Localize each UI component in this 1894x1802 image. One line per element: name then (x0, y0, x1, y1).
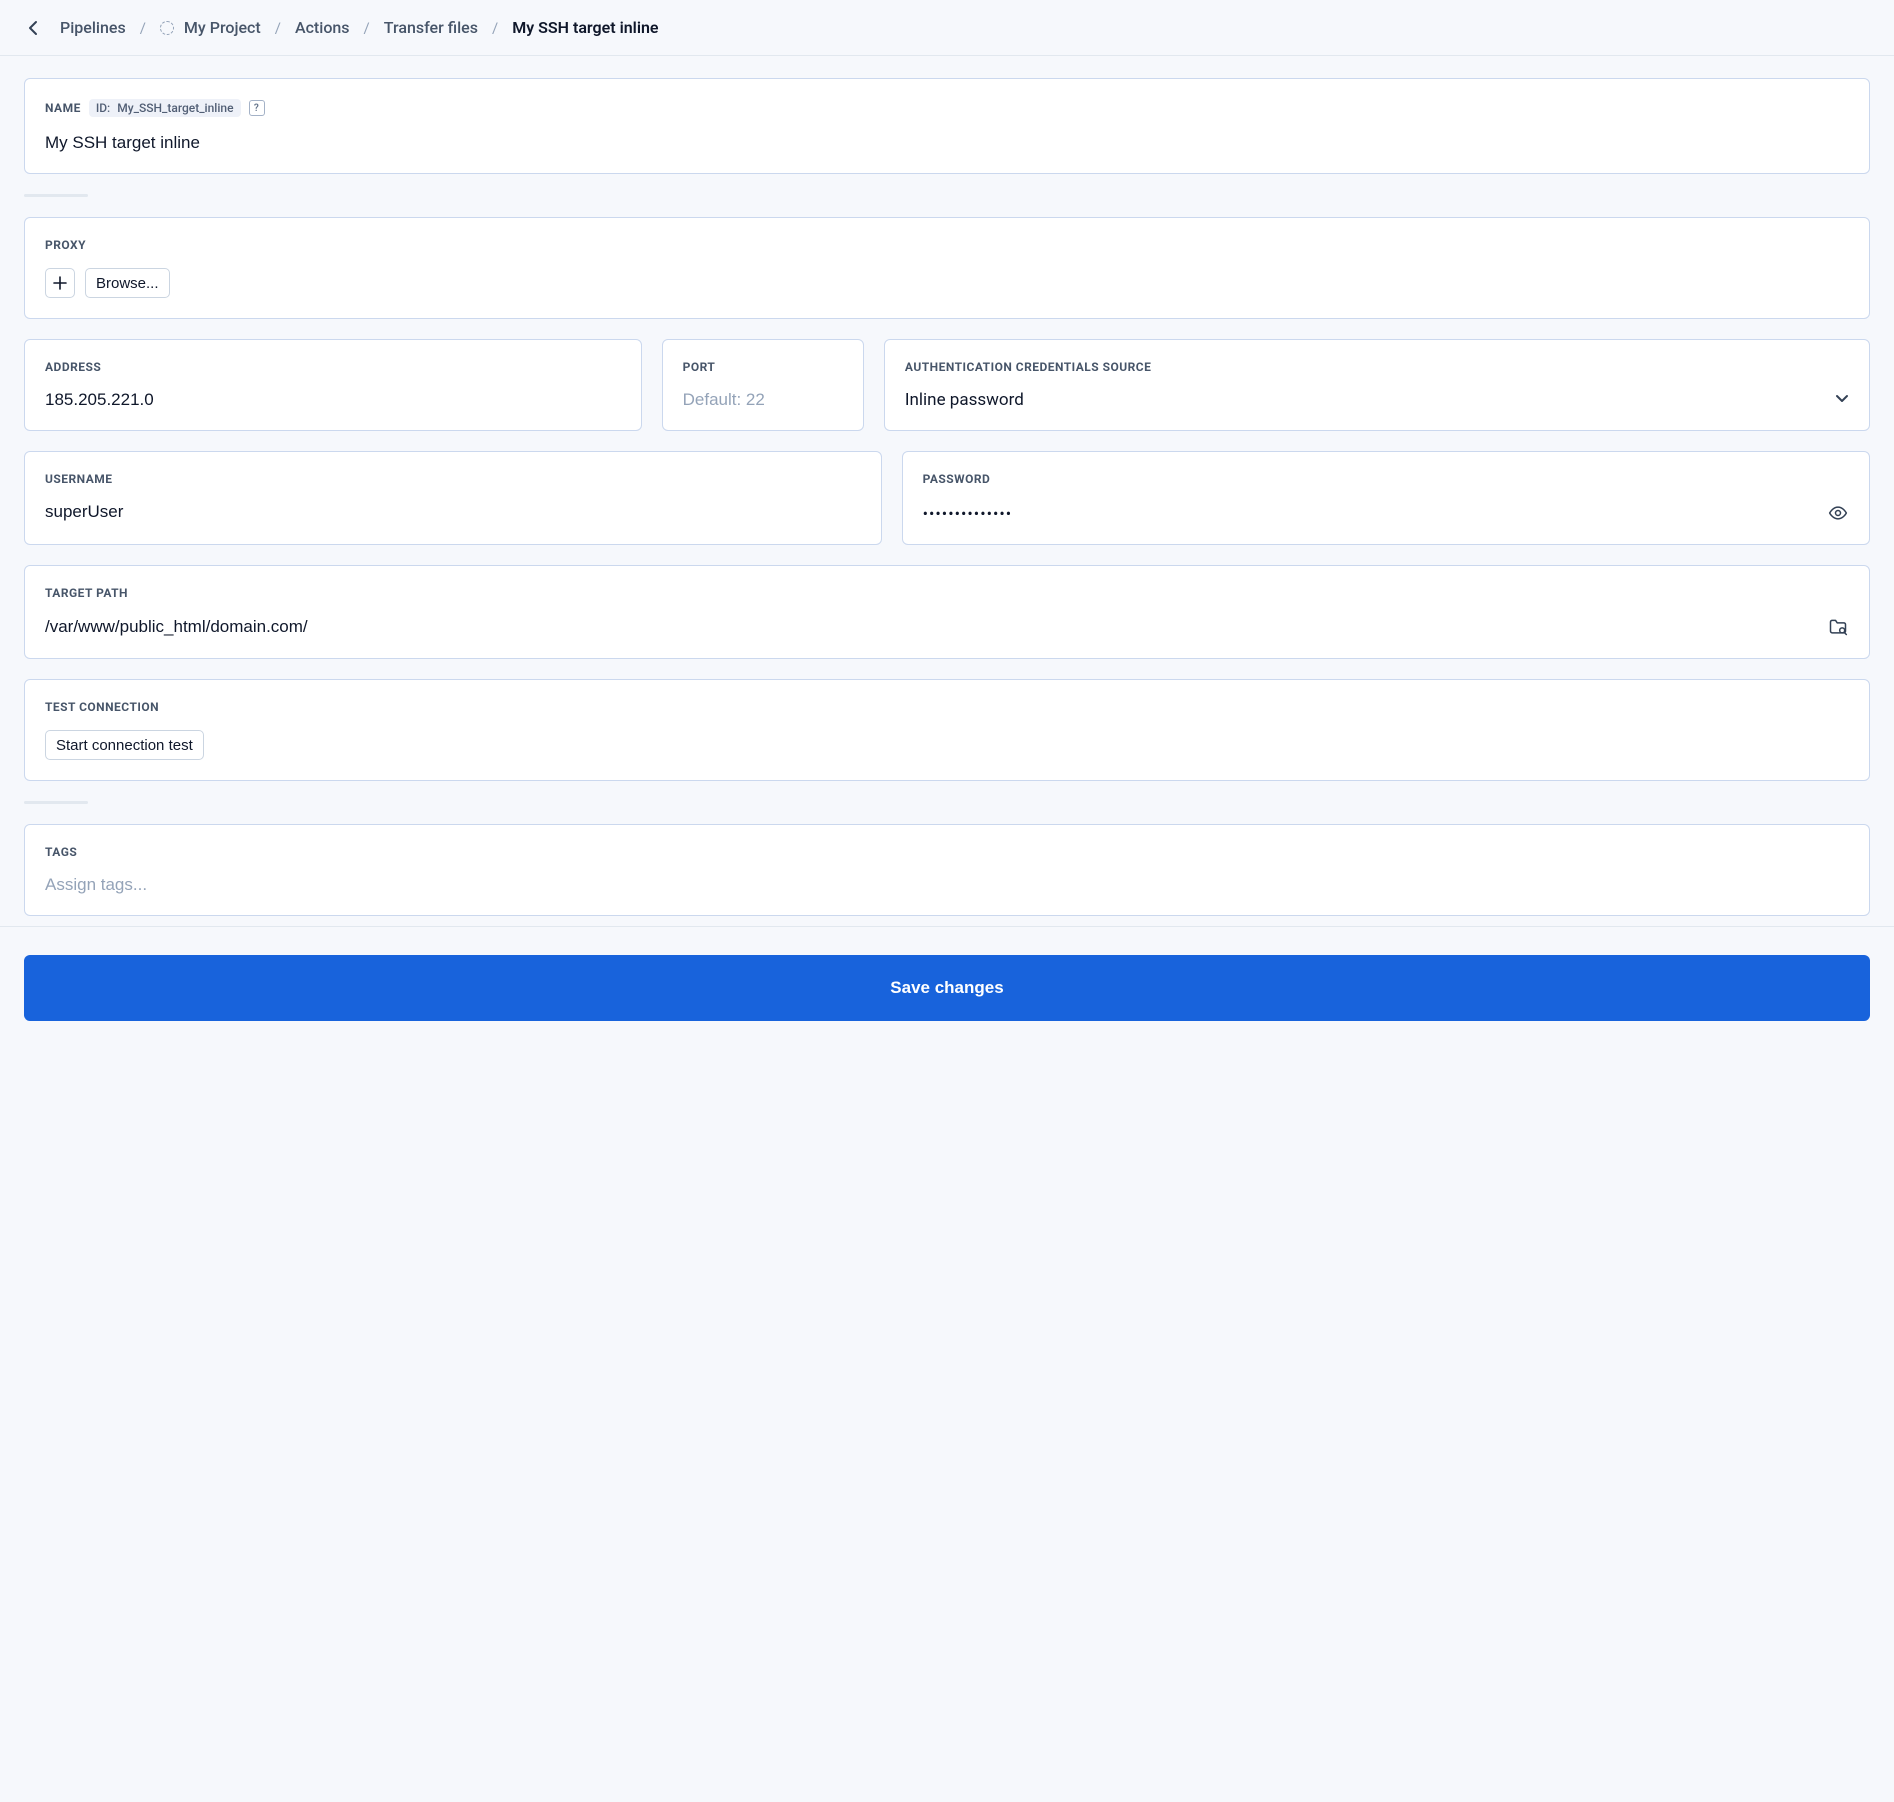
proxy-card: PROXY Browse... (24, 217, 1870, 319)
address-label: ADDRESS (45, 360, 621, 374)
credentials-row: USERNAME PASSWORD •••••••••••••• (24, 451, 1870, 545)
password-card: PASSWORD •••••••••••••• (902, 451, 1870, 545)
port-input[interactable] (683, 390, 843, 410)
folder-browse-icon[interactable] (1827, 616, 1849, 638)
breadcrumb-my-project-label: My Project (184, 18, 261, 37)
breadcrumb-separator: / (492, 19, 498, 37)
address-card: ADDRESS (24, 339, 642, 431)
auth-select-value: Inline password (905, 390, 1825, 410)
id-value: My_SSH_target_inline (117, 101, 233, 115)
breadcrumb-actions[interactable]: Actions (295, 18, 350, 37)
breadcrumb-pipelines[interactable]: Pipelines (60, 18, 126, 37)
help-icon[interactable]: ? (249, 100, 265, 116)
tags-label: TAGS (45, 845, 1849, 859)
footer: Save changes (0, 926, 1894, 1055)
auth-select[interactable]: Inline password (905, 390, 1849, 410)
project-icon (160, 21, 174, 35)
start-connection-test-button[interactable]: Start connection test (45, 730, 204, 760)
proxy-button-row: Browse... (45, 268, 1849, 298)
auth-label: AUTHENTICATION CREDENTIALS SOURCE (905, 360, 1849, 374)
tags-input[interactable] (45, 875, 1849, 895)
breadcrumb: Pipelines / My Project / Actions / Trans… (0, 0, 1894, 56)
port-card: PORT (662, 339, 864, 431)
username-label: USERNAME (45, 472, 861, 486)
add-proxy-button[interactable] (45, 268, 75, 298)
test-connection-label: TEST CONNECTION (45, 700, 1849, 714)
proxy-label: PROXY (45, 238, 1849, 252)
eye-icon[interactable] (1827, 502, 1849, 524)
address-input[interactable] (45, 390, 621, 410)
name-input[interactable] (45, 133, 1849, 153)
section-divider (24, 194, 88, 197)
username-card: USERNAME (24, 451, 882, 545)
save-changes-button[interactable]: Save changes (24, 955, 1870, 1021)
test-connection-card: TEST CONNECTION Start connection test (24, 679, 1870, 781)
breadcrumb-separator: / (275, 19, 281, 37)
breadcrumb-my-project[interactable]: My Project (160, 18, 261, 37)
password-input[interactable]: •••••••••••••• (923, 504, 1817, 523)
breadcrumb-separator: / (364, 19, 370, 37)
connection-row: ADDRESS PORT AUTHENTICATION CREDENTIALS … (24, 339, 1870, 431)
section-divider (24, 801, 88, 804)
chevron-down-icon (1835, 391, 1849, 409)
breadcrumb-separator: / (140, 19, 146, 37)
breadcrumb-current: My SSH target inline (512, 18, 658, 37)
name-label: NAME (45, 101, 81, 115)
username-input[interactable] (45, 502, 861, 522)
target-path-input[interactable] (45, 617, 1817, 637)
auth-card: AUTHENTICATION CREDENTIALS SOURCE Inline… (884, 339, 1870, 431)
id-label: ID: (96, 101, 110, 115)
target-path-card: TARGET PATH (24, 565, 1870, 659)
port-label: PORT (683, 360, 843, 374)
name-label-row: NAME ID: My_SSH_target_inline ? (45, 99, 1849, 117)
id-pill: ID: My_SSH_target_inline (89, 99, 241, 117)
breadcrumb-transfer-files[interactable]: Transfer files (384, 18, 478, 37)
name-card: NAME ID: My_SSH_target_inline ? (24, 78, 1870, 174)
target-path-label: TARGET PATH (45, 586, 1849, 600)
back-icon[interactable] (24, 19, 42, 37)
password-label: PASSWORD (923, 472, 1849, 486)
tags-card: TAGS (24, 824, 1870, 916)
browse-proxy-button[interactable]: Browse... (85, 268, 170, 298)
